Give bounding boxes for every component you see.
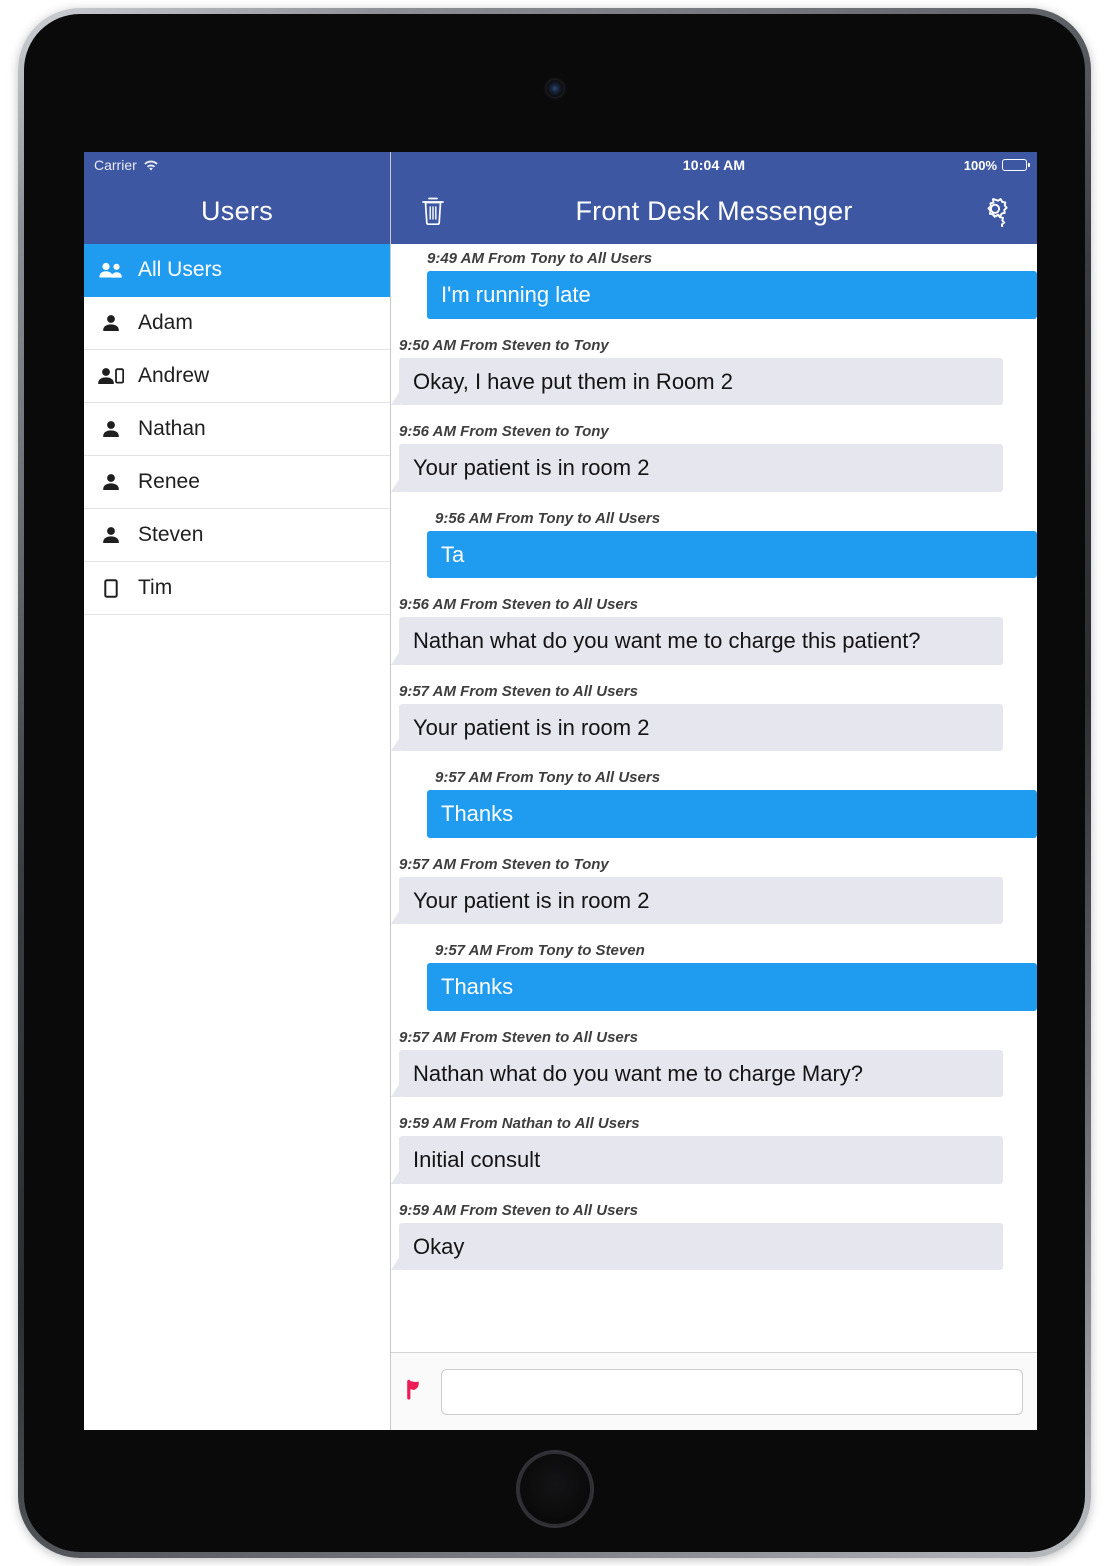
message-meta: 9:50 AM From Steven to Tony	[399, 336, 609, 354]
message-list[interactable]: 9:49 AM From Tony to All Users I'm runni…	[391, 244, 1037, 1352]
message-meta: 9:56 AM From Steven to Tony	[399, 423, 609, 440]
message-item: 9:57 AM From Steven to All Users Nathan …	[391, 1028, 1037, 1097]
sidebar-title: Users	[200, 195, 273, 226]
sidebar-item-label: Andrew	[138, 364, 210, 387]
message-item: 9:57 AM From Tony to All Users Thanks	[391, 769, 1037, 838]
carrier-label: Carrier	[94, 157, 137, 173]
message-meta: 9:56 AM From Tony to All Users	[435, 509, 661, 527]
sidebar-item-label: Renee	[138, 470, 200, 493]
sidebar-item-label: Adam	[138, 311, 193, 334]
device-bezel: Carrier Users All Users Adam Andrew Nath…	[24, 14, 1085, 1552]
sidebar-item-renee[interactable]: Renee	[84, 456, 390, 509]
message-bubble: I'm running late	[427, 271, 1037, 319]
message-bubble: Your patient is in room 2	[391, 876, 1003, 924]
message-meta: 9:49 AM From Tony to All Users	[427, 250, 653, 267]
chat-pane: 10:04 AM 100% Front Desk Messenger 9:49 …	[391, 152, 1037, 1430]
message-bubble: Okay, I have put them in Room 2	[391, 357, 1003, 405]
message-meta: 9:57 AM From Steven to Tony	[399, 855, 609, 873]
device-icon	[98, 578, 124, 598]
sidebar-item-label: Nathan	[138, 417, 206, 440]
message-meta: 9:57 AM From Tony to All Users	[435, 769, 661, 786]
message-item: 9:59 AM From Nathan to All Users Initial…	[391, 1115, 1037, 1184]
chat-status-bar: 10:04 AM 100%	[391, 152, 1037, 178]
sidebar-item-andrew[interactable]: Andrew	[84, 350, 390, 403]
message-bubble: Okay	[391, 1222, 1003, 1270]
chat-navbar: 10:04 AM 100% Front Desk Messenger	[391, 152, 1037, 244]
trash-icon[interactable]	[413, 191, 453, 231]
home-button[interactable]	[517, 1452, 592, 1526]
person-icon	[98, 526, 124, 544]
wifi-icon	[143, 159, 159, 171]
message-meta: 9:59 AM From Nathan to All Users	[399, 1115, 640, 1132]
message-item: 9:56 AM From Steven to Tony Your patient…	[391, 423, 1037, 492]
flag-icon[interactable]	[401, 1376, 431, 1408]
user-list[interactable]: All Users Adam Andrew Nathan Renee Steve…	[84, 244, 390, 1430]
message-item: 9:57 AM From Steven to All Users Your pa…	[391, 682, 1037, 751]
status-clock: 10:04 AM	[682, 157, 746, 173]
sidebar-item-nathan[interactable]: Nathan	[84, 403, 390, 456]
message-bubble: Ta	[427, 530, 1037, 578]
chat-title-row: Front Desk Messenger	[391, 178, 1037, 244]
tablet-device-frame: Carrier Users All Users Adam Andrew Nath…	[18, 8, 1091, 1558]
page-title: Front Desk Messenger	[575, 195, 853, 226]
message-meta: 9:57 AM From Tony to Steven	[435, 942, 645, 959]
message-item: 9:56 AM From Steven to All Users Nathan …	[391, 596, 1037, 665]
users-sidebar: Carrier Users All Users Adam Andrew Nath…	[84, 152, 391, 1430]
message-item: 9:59 AM From Steven to All Users Okay	[391, 1201, 1037, 1270]
message-meta: 9:56 AM From Steven to All Users	[399, 596, 638, 613]
message-item: 9:57 AM From Steven to Tony Your patient…	[391, 855, 1037, 924]
sidebar-title-row: Users	[84, 178, 390, 244]
sidebar-item-adam[interactable]: Adam	[84, 297, 390, 350]
message-bubble: Your patient is in room 2	[391, 703, 1003, 751]
message-item: 9:56 AM From Tony to All Users Ta	[391, 509, 1037, 578]
message-bubble: Nathan what do you want me to charge Mar…	[391, 1049, 1003, 1097]
battery-percent-label: 100%	[963, 157, 997, 173]
message-bubble: Initial consult	[391, 1136, 1003, 1184]
person-with-device-icon	[98, 367, 124, 385]
message-composer	[391, 1352, 1037, 1430]
person-icon	[98, 420, 124, 438]
sidebar-item-label: Tim	[138, 576, 173, 599]
group-users-icon	[98, 261, 124, 279]
message-input[interactable]	[441, 1368, 1023, 1415]
message-meta: 9:57 AM From Steven to All Users	[399, 1028, 638, 1046]
message-item: 9:49 AM From Tony to All Users I'm runni…	[391, 250, 1037, 319]
app-screen: Carrier Users All Users Adam Andrew Nath…	[84, 152, 1037, 1430]
battery-status: 100%	[963, 152, 1030, 178]
message-meta: 9:57 AM From Steven to All Users	[399, 682, 638, 700]
sidebar-item-label: Steven	[138, 523, 204, 546]
sidebar-item-steven[interactable]: Steven	[84, 509, 390, 562]
message-bubble: Nathan what do you want me to charge thi…	[391, 617, 1003, 665]
message-bubble: Thanks	[427, 790, 1037, 838]
gear-icon[interactable]	[975, 191, 1015, 231]
person-icon	[98, 314, 124, 332]
front-camera-icon	[546, 80, 563, 97]
sidebar-status-bar: Carrier	[84, 152, 390, 178]
message-item: 9:57 AM From Tony to Steven Thanks	[391, 942, 1037, 1011]
sidebar-item-all-users[interactable]: All Users	[84, 244, 390, 297]
sidebar-item-tim[interactable]: Tim	[84, 562, 390, 615]
sidebar-navbar: Carrier Users	[84, 152, 390, 244]
battery-full-icon	[1002, 159, 1030, 171]
message-meta: 9:59 AM From Steven to All Users	[399, 1201, 638, 1219]
sidebar-item-label: All Users	[138, 258, 223, 281]
person-icon	[98, 473, 124, 491]
message-bubble: Thanks	[427, 963, 1037, 1011]
message-bubble: Your patient is in room 2	[391, 444, 1003, 492]
message-item: 9:50 AM From Steven to Tony Okay, I have…	[391, 336, 1037, 405]
